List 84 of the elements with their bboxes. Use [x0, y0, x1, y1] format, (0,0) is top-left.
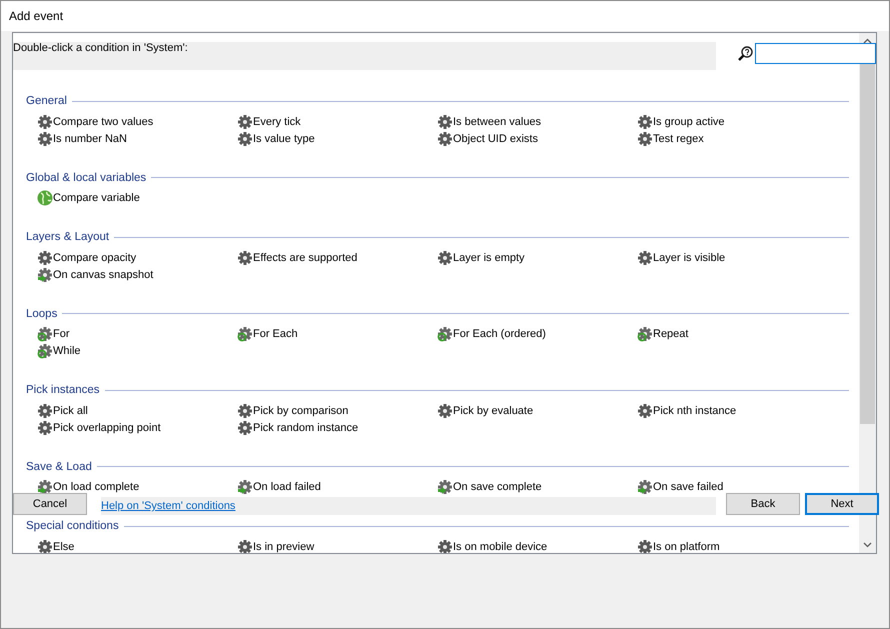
- gear-icon: [237, 250, 253, 266]
- gear-icon: [237, 538, 253, 553]
- gear-icon: [37, 402, 53, 418]
- condition-item[interactable]: Else: [37, 538, 237, 553]
- section-heading: Layers & Layout: [26, 231, 110, 243]
- condition-item[interactable]: Compare two values: [37, 113, 237, 130]
- condition-item[interactable]: Compare variable: [37, 190, 237, 206]
- condition-item[interactable]: On canvas snapshot: [37, 266, 237, 283]
- condition-item[interactable]: Is number NaN: [37, 130, 237, 147]
- gear-arrow-icon: [37, 479, 53, 495]
- condition-item[interactable]: Layer is visible: [637, 249, 837, 266]
- gear-icon: [37, 130, 53, 146]
- gear-icon: [437, 130, 453, 146]
- section-heading: Save & Load: [26, 460, 92, 472]
- gear-loop-icon: [637, 326, 653, 342]
- globe-icon: [37, 190, 53, 206]
- cancel-button[interactable]: Cancel: [13, 493, 87, 515]
- section-heading: Global & local variables: [26, 172, 146, 184]
- condition-item[interactable]: Object UID exists: [437, 130, 637, 147]
- gear-icon: [37, 420, 53, 436]
- condition-item[interactable]: Layer is empty: [437, 249, 637, 266]
- condition-item[interactable]: On load failed: [237, 478, 437, 496]
- back-button[interactable]: Back: [726, 493, 800, 515]
- gear-loop-icon: [237, 326, 253, 342]
- gear-icon: [237, 420, 253, 436]
- gear-icon: [37, 250, 53, 266]
- condition-item[interactable]: On save complete: [437, 478, 637, 496]
- gear-loop-icon: [437, 326, 453, 342]
- prompt-text: Double-click a condition in 'System':: [13, 42, 188, 54]
- condition-item[interactable]: For Each: [237, 326, 437, 342]
- scroll-down-icon[interactable]: [863, 542, 872, 548]
- condition-item[interactable]: On load complete: [37, 478, 237, 496]
- section-heading: Pick instances: [26, 384, 100, 396]
- condition-item[interactable]: Compare opacity: [37, 249, 237, 266]
- condition-item[interactable]: For: [37, 326, 237, 342]
- condition-item[interactable]: Is in preview: [237, 538, 437, 553]
- condition-item[interactable]: Every tick: [237, 113, 437, 130]
- gear-icon: [237, 130, 253, 146]
- help-link[interactable]: Help on 'System' conditions: [101, 500, 236, 512]
- gear-arrow-icon: [237, 479, 253, 495]
- search-field[interactable]: [755, 43, 876, 64]
- condition-item[interactable]: Is value type: [237, 130, 437, 147]
- gear-icon: [637, 114, 653, 130]
- condition-item[interactable]: Pick by comparison: [237, 402, 437, 419]
- gear-icon: [637, 130, 653, 146]
- section-heading: Special conditions: [26, 520, 119, 532]
- gear-icon: [437, 250, 453, 266]
- gear-icon: [437, 114, 453, 130]
- gear-icon: [437, 538, 453, 553]
- condition-item[interactable]: On save failed: [637, 478, 837, 496]
- condition-item[interactable]: Pick by evaluate: [437, 402, 637, 419]
- gear-arrow-icon: [437, 479, 453, 495]
- condition-item[interactable]: Test regex: [637, 130, 837, 147]
- gear-icon: [637, 402, 653, 418]
- condition-item[interactable]: Effects are supported: [237, 249, 437, 266]
- condition-item[interactable]: Is group active: [637, 113, 837, 130]
- gear-arrow-icon: [637, 479, 653, 495]
- gear-icon: [437, 402, 453, 418]
- gear-icon: [37, 538, 53, 553]
- gear-icon: [637, 250, 653, 266]
- search-help-icon[interactable]: [737, 46, 753, 62]
- condition-item[interactable]: Pick nth instance: [637, 402, 837, 419]
- gear-arrow-icon: [37, 266, 53, 282]
- scroll-up-icon[interactable]: [863, 38, 872, 44]
- next-button[interactable]: Next: [805, 493, 879, 515]
- condition-item[interactable]: For Each (ordered): [437, 326, 637, 342]
- condition-item[interactable]: Pick overlapping point: [37, 419, 237, 436]
- scrollbar[interactable]: [859, 33, 876, 553]
- gear-loop-icon: [37, 343, 53, 359]
- condition-item[interactable]: Repeat: [637, 326, 837, 342]
- gear-icon: [37, 114, 53, 130]
- condition-item[interactable]: Is on platform: [637, 538, 837, 553]
- gear-icon: [637, 538, 653, 553]
- condition-item[interactable]: Is on mobile device: [437, 538, 637, 553]
- condition-item[interactable]: Pick random instance: [237, 419, 437, 436]
- section-heading: Loops: [26, 308, 58, 320]
- window-title: Add event: [9, 9, 64, 23]
- section-heading: General: [26, 95, 67, 107]
- condition-item[interactable]: Pick all: [37, 402, 237, 419]
- gear-icon: [237, 402, 253, 418]
- gear-icon: [237, 114, 253, 130]
- condition-item[interactable]: While: [37, 342, 237, 360]
- gear-loop-icon: [37, 326, 53, 342]
- condition-item[interactable]: Is between values: [437, 113, 637, 130]
